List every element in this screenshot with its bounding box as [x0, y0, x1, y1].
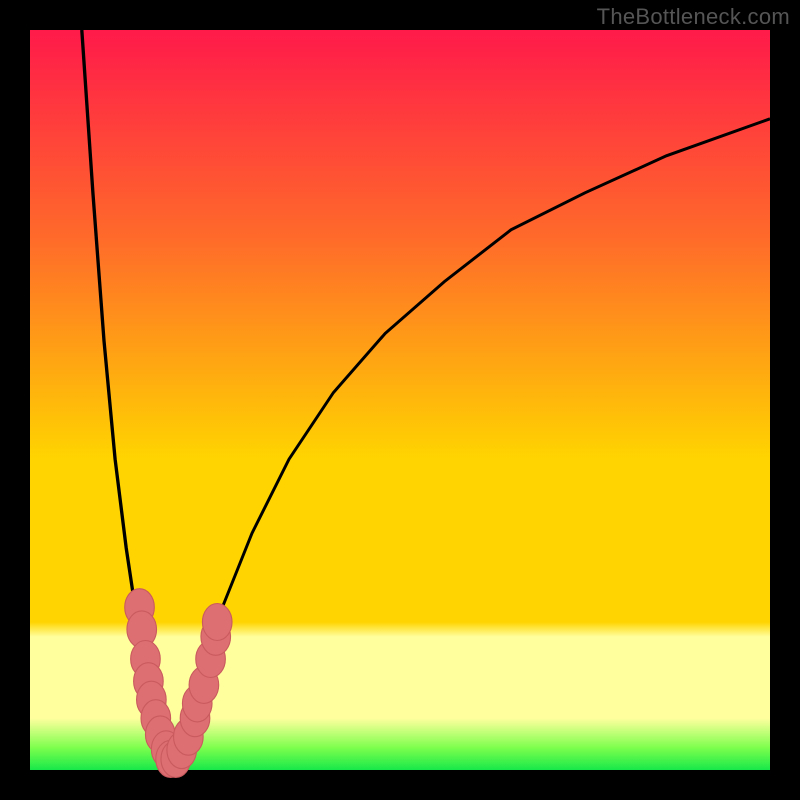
- marker-dot: [202, 604, 232, 641]
- chart-svg: [30, 30, 770, 770]
- outer-frame: TheBottleneck.com: [0, 0, 800, 800]
- curve-right-branch: [171, 119, 770, 767]
- watermark-text: TheBottleneck.com: [597, 4, 790, 30]
- valley-markers: [125, 589, 232, 778]
- plot-area: [30, 30, 770, 770]
